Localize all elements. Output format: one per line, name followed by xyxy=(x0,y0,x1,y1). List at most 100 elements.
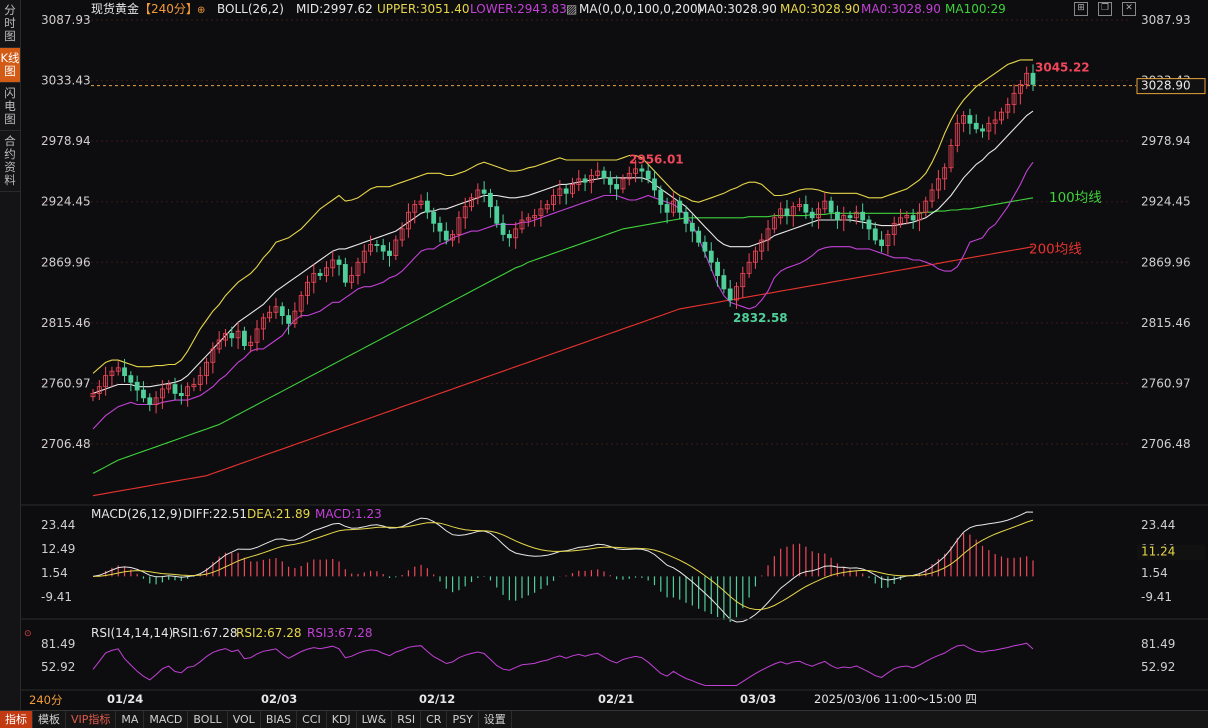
layout-icon[interactable]: ⊞ xyxy=(1074,2,1088,16)
candle-body xyxy=(866,219,872,230)
candle-body xyxy=(141,389,146,399)
macd-title: MACD(26,12,9) xyxy=(91,507,182,521)
candle-body xyxy=(835,211,840,221)
rsi-toggle-icon[interactable]: ⊙ xyxy=(24,629,32,639)
legend-header: 现货黄金 【240分】 ⊕ BOLL(26,2) MID:2997.62 UPP… xyxy=(91,1,1006,16)
y-tick-left: 2978.94 xyxy=(41,134,91,148)
candle-body xyxy=(664,204,670,213)
candle-body xyxy=(317,272,323,276)
rsi-y-tick-right: 81.49 xyxy=(1141,637,1175,651)
candle-body xyxy=(828,200,834,213)
period-label: 【240分】 xyxy=(139,2,198,16)
x-tick: 03/03 xyxy=(740,692,776,706)
candle-body xyxy=(286,315,291,324)
indicator-tab-13[interactable]: PSY xyxy=(447,711,479,728)
boll-lower-line xyxy=(92,161,1034,430)
candle-body xyxy=(784,208,790,216)
rsi-chart[interactable]: 81.49 81.49 52.92 52.92 xyxy=(41,637,1175,686)
ma-icon: ▨ xyxy=(566,2,577,16)
indicator-tab-9[interactable]: KDJ xyxy=(327,711,357,728)
close-icon[interactable]: ✕ xyxy=(1122,2,1136,16)
y-tick-right: 2815.46 xyxy=(1141,316,1191,330)
candle-body xyxy=(721,275,727,290)
y-tick-right: 2869.96 xyxy=(1141,255,1191,269)
indicator-tab-0[interactable]: 指标 xyxy=(0,711,33,728)
y-tick-left: 3033.43 xyxy=(41,74,91,88)
candle-body xyxy=(134,381,140,391)
chart-area[interactable]: 现货黄金 【240分】 ⊕ BOLL(26,2) MID:2997.62 UPP… xyxy=(21,0,1208,710)
x-tick: 02/03 xyxy=(261,692,297,706)
candle-body xyxy=(336,259,342,265)
symbol-name: 现货黄金 xyxy=(91,1,139,16)
candle-body xyxy=(872,228,878,241)
candle-body xyxy=(178,393,184,397)
candle-body xyxy=(506,234,512,239)
indicator-tab-5[interactable]: BOLL xyxy=(188,711,228,728)
y-tick-right: 2760.97 xyxy=(1141,376,1191,390)
candle-body xyxy=(727,288,733,301)
candle-body xyxy=(809,211,815,219)
rsi3: RSI3:67.28 xyxy=(307,626,373,640)
macd-chart[interactable]: 23.4423.4412.4912.491.541.54-9.41-9.4111… xyxy=(41,511,1205,623)
ma100-tag: 100均线 xyxy=(1049,190,1102,206)
indicator-tab-10[interactable]: LW& xyxy=(357,711,393,728)
indicator-tab-11[interactable]: RSI xyxy=(392,711,422,728)
indicator-tab-3[interactable]: MA xyxy=(116,711,145,728)
y-tick-left: 2815.46 xyxy=(41,316,91,330)
candle-body xyxy=(860,211,866,221)
ma-label: MA(0,0,0,100,0,200) xyxy=(579,2,702,16)
settings-icon[interactable]: ⊕ xyxy=(197,5,205,16)
low-annotation: 2832.58 xyxy=(733,311,788,325)
ma0-b: MA0:3028.90 xyxy=(780,2,860,16)
candle-body xyxy=(122,367,127,377)
candle-body xyxy=(279,306,285,316)
indicator-tab-6[interactable]: VOL xyxy=(228,711,261,728)
candle-body xyxy=(639,168,645,172)
ma200-line xyxy=(92,246,1034,497)
boll-mid: MID:2997.62 xyxy=(296,2,373,16)
macd-diff-line xyxy=(92,511,1034,623)
rsi-y-tick-right: 52.92 xyxy=(1141,660,1175,674)
y-tick-right: 2706.48 xyxy=(1141,437,1191,451)
candle-body xyxy=(696,230,702,243)
indicator-tab-14[interactable]: 设置 xyxy=(479,711,512,728)
macd-y-tick: 23.44 xyxy=(41,518,75,532)
indicator-tab-1[interactable]: 模板 xyxy=(33,711,66,728)
candle-body xyxy=(374,244,380,246)
indicator-tab-4[interactable]: MACD xyxy=(144,711,189,728)
candle-body xyxy=(1030,72,1036,85)
y-tick-left: 2706.48 xyxy=(41,437,91,451)
price-chart[interactable]: 3087.933087.933033.433033.432978.942978.… xyxy=(41,13,1206,497)
candle-body xyxy=(242,330,247,347)
indicator-tab-8[interactable]: CCI xyxy=(297,711,327,728)
boll-label: BOLL(26,2) xyxy=(217,2,284,16)
candle-body xyxy=(380,245,386,252)
indicator-tab-7[interactable]: BIAS xyxy=(261,711,298,728)
restore-icon[interactable]: ❐ xyxy=(1098,2,1112,16)
footer-range: 2025/03/06 11:00～15:00 四 xyxy=(814,692,977,706)
y-tick-right: 2978.94 xyxy=(1141,134,1191,148)
candle-body xyxy=(172,384,178,394)
tab-timeshare[interactable]: 分时图 xyxy=(0,0,20,48)
candle-body xyxy=(702,241,708,252)
candle-body xyxy=(614,184,620,190)
tab-flash-chart[interactable]: 闪电图 xyxy=(0,83,20,131)
candle-body xyxy=(910,215,916,221)
ma0-c: MA0:3028.90 xyxy=(861,2,941,16)
current-price-value: 3028.90 xyxy=(1141,79,1191,93)
candle-body xyxy=(488,192,493,208)
y-tick-left: 2924.45 xyxy=(41,195,91,209)
footer-period: 240分 xyxy=(29,693,63,707)
candle-body xyxy=(494,206,500,224)
macd-y-tick-right: 1.54 xyxy=(1141,566,1168,580)
indicator-tab-2[interactable]: VIP指标 xyxy=(66,711,117,728)
high-annotation-1: 2956.01 xyxy=(629,153,684,167)
y-tick-left: 2869.96 xyxy=(41,255,91,269)
tab-contract-info[interactable]: 合约资料 xyxy=(0,131,20,192)
macd-value: MACD:1.23 xyxy=(315,507,382,521)
tab-kline[interactable]: K线图 xyxy=(0,48,20,83)
candle-body xyxy=(607,177,613,185)
candle-body xyxy=(879,239,884,246)
indicator-tab-12[interactable]: CR xyxy=(421,711,448,728)
candle-body xyxy=(563,188,569,194)
